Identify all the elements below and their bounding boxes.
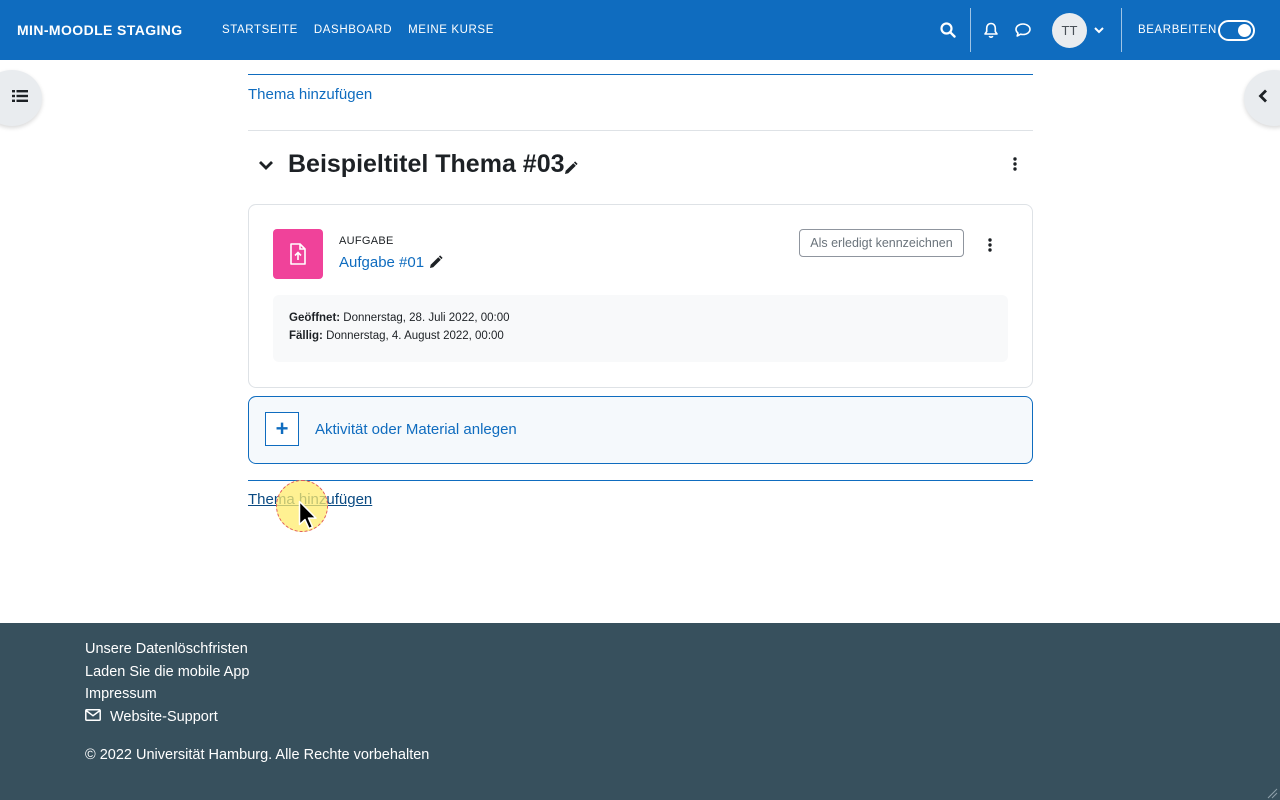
add-topic-link[interactable]: Thema hinzufügen — [248, 86, 372, 103]
chevron-down-icon[interactable] — [1089, 20, 1109, 40]
footer-copyright: © 2022 Universität Hamburg. Alle Rechte … — [85, 747, 430, 763]
footer-link-data-retention[interactable]: Unsere Datenlöschfristen — [85, 641, 248, 657]
activity-name-link[interactable]: Aufgabe #01 — [339, 254, 424, 271]
opened-value: Donnerstag, 28. Juli 2022, 00:00 — [340, 312, 510, 324]
search-icon[interactable] — [938, 20, 958, 40]
top-navbar: MIN-MOODLE STAGING STARTSEITE DASHBOARD … — [0, 0, 1280, 60]
envelope-icon — [85, 709, 101, 725]
list-icon — [12, 89, 28, 108]
nav-link-home[interactable]: STARTSEITE — [222, 24, 298, 36]
chevron-left-icon — [1258, 89, 1268, 108]
mark-as-done-button[interactable]: Als erledigt kennzeichnen — [799, 229, 964, 257]
nav-link-my-courses[interactable]: MEINE KURSE — [408, 24, 494, 36]
opened-label: Geöffnet: — [289, 312, 341, 324]
bell-icon[interactable] — [981, 20, 1001, 40]
primary-navigation: STARTSEITE DASHBOARD MEINE KURSE — [222, 24, 494, 36]
nav-link-dashboard[interactable]: DASHBOARD — [314, 24, 392, 36]
course-index-drawer-button[interactable] — [0, 70, 42, 126]
pencil-icon[interactable] — [428, 255, 443, 275]
add-activity-label[interactable]: Aktivität oder Material anlegen — [315, 421, 517, 438]
due-value: Donnerstag, 4. August 2022, 00:00 — [322, 330, 504, 342]
block-drawer-button[interactable] — [1244, 70, 1280, 126]
edit-mode-toggle[interactable] — [1218, 20, 1255, 41]
section-menu-kebab-icon[interactable] — [1007, 154, 1023, 174]
activity-menu-kebab-icon[interactable] — [982, 235, 998, 255]
chevron-down-icon[interactable] — [257, 156, 275, 174]
section-title: Beispieltitel Thema #03 — [288, 150, 565, 178]
footer-support-label: Website-Support — [110, 709, 218, 725]
footer-link-imprint[interactable]: Impressum — [85, 686, 157, 702]
user-avatar[interactable]: TT — [1052, 13, 1087, 48]
activity-dates — [273, 295, 1008, 362]
section-divider — [248, 480, 1033, 481]
section-divider — [248, 74, 1033, 75]
footer-link-mobile-app[interactable]: Laden Sie die mobile App — [85, 664, 249, 680]
activity-type-label: AUFGABE — [339, 235, 394, 247]
due-date: Fällig: Donnerstag, 4. August 2022, 00:0… — [289, 330, 504, 342]
toggle-knob — [1238, 24, 1251, 37]
pencil-icon[interactable] — [563, 161, 578, 181]
assignment-upload-icon — [273, 229, 323, 279]
navbar-divider — [1121, 8, 1122, 52]
edit-mode-label: BEARBEITEN — [1138, 24, 1217, 36]
resize-grip-icon — [1266, 786, 1278, 799]
due-label: Fällig: — [289, 330, 323, 342]
opened-date: Geöffnet: Donnerstag, 28. Juli 2022, 00:… — [289, 312, 510, 324]
navbar-divider — [970, 8, 971, 52]
mouse-pointer-icon — [298, 500, 318, 535]
plus-icon: + — [265, 412, 299, 446]
section-divider — [248, 130, 1033, 131]
site-brand[interactable]: MIN-MOODLE STAGING — [17, 22, 183, 38]
footer-link-support[interactable]: Website-Support — [85, 709, 218, 725]
chat-bubble-icon[interactable] — [1013, 20, 1033, 40]
